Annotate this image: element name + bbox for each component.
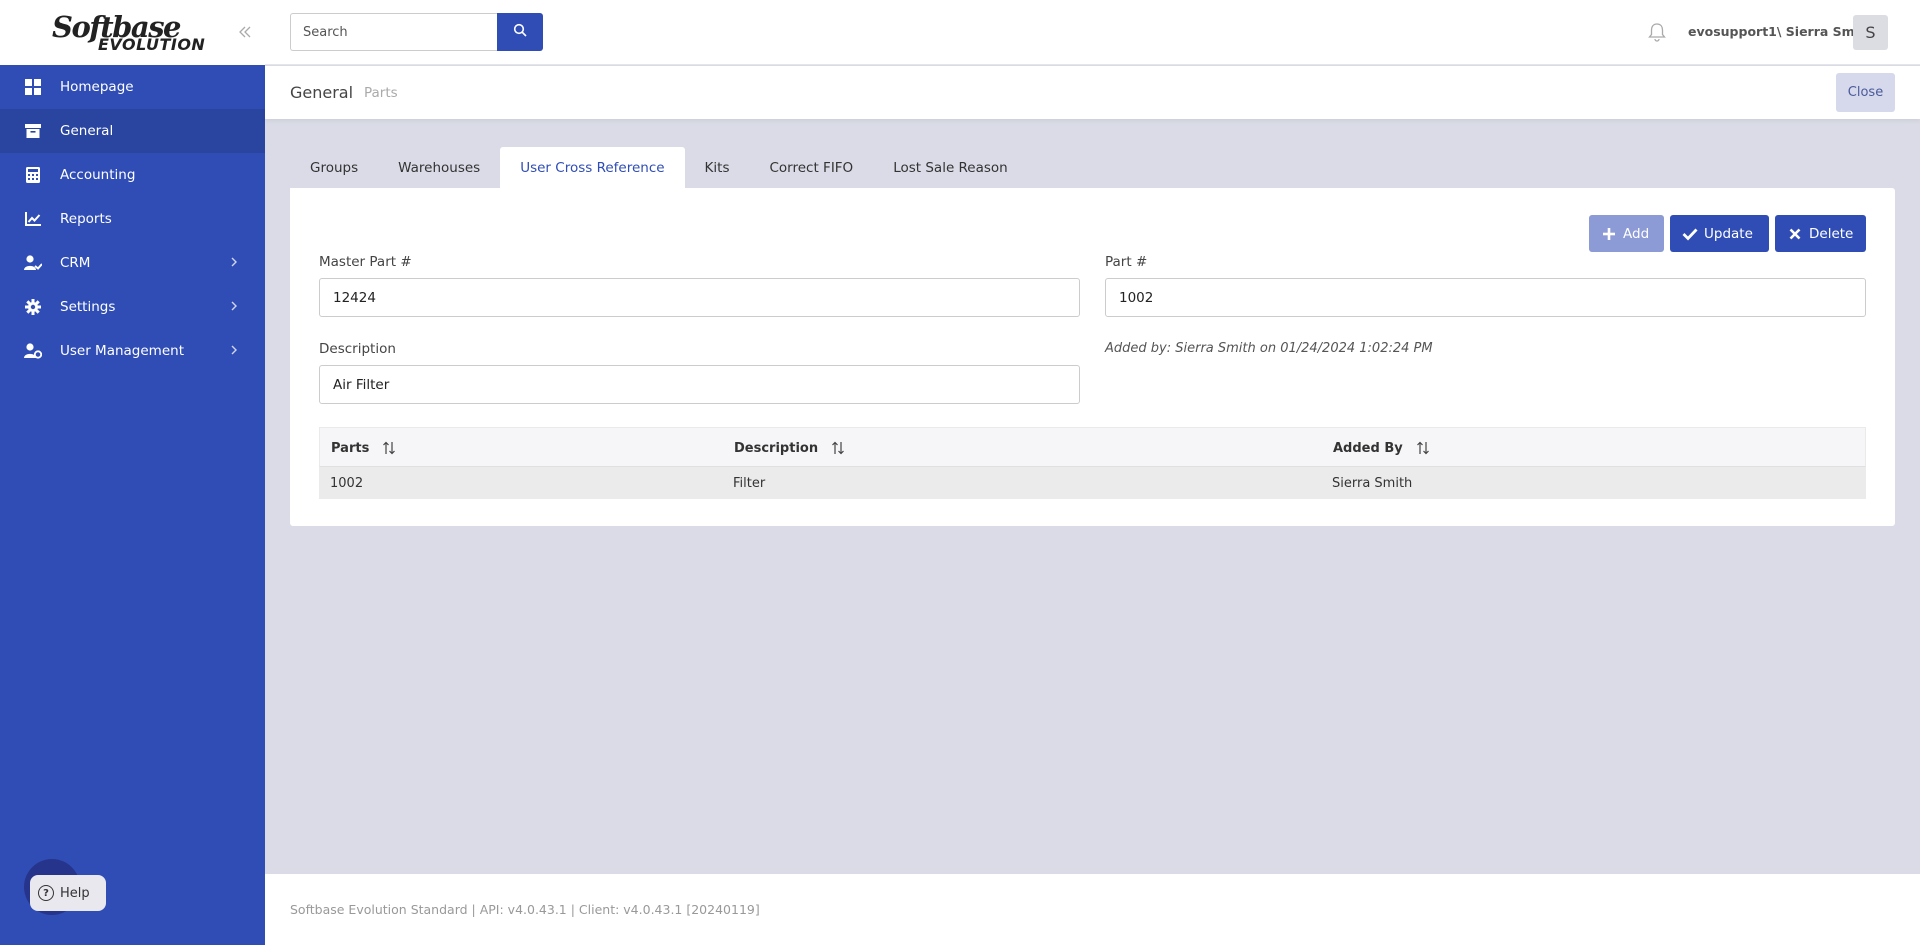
help-label: Help <box>60 885 90 901</box>
box-icon <box>24 122 42 140</box>
tab-warehouses[interactable]: Warehouses <box>378 147 500 188</box>
search-input[interactable] <box>290 13 498 51</box>
dashboard-icon <box>24 78 42 96</box>
master-part-field[interactable] <box>319 278 1080 317</box>
gear-icon <box>24 298 42 316</box>
logo-line2: EVOLUTION <box>98 34 206 54</box>
table-cell-parts: 1002 <box>330 475 364 491</box>
column-header-label: Description <box>734 440 819 456</box>
column-header-added-by[interactable]: Added By <box>1333 428 1431 468</box>
tab-groups[interactable]: Groups <box>290 147 378 188</box>
sidebar-item-label: General <box>60 123 114 139</box>
sidebar-item-homepage[interactable]: Homepage <box>0 65 265 109</box>
master-part-label: Master Part # <box>319 254 412 270</box>
sidebar-item-user-management[interactable]: User Management <box>0 329 265 373</box>
tab-kits[interactable]: Kits <box>685 147 750 188</box>
delete-label: Delete <box>1809 225 1854 242</box>
tab-correct-fifo[interactable]: Correct FIFO <box>749 147 873 188</box>
table-row[interactable]: 1002 Filter Sierra Smith <box>319 467 1866 499</box>
search-icon <box>513 23 527 41</box>
footer: Softbase Evolution Standard | API: v4.0.… <box>265 874 1920 945</box>
cross-reference-card: Add Update Delete Master Part # Part # D… <box>290 188 1895 526</box>
close-button[interactable]: Close <box>1836 73 1895 112</box>
column-header-parts[interactable]: Parts <box>331 428 397 468</box>
column-header-description[interactable]: Description <box>734 428 846 468</box>
check-icon <box>1682 226 1698 242</box>
add-button[interactable]: Add <box>1589 215 1664 252</box>
sidebar-item-reports[interactable]: Reports <box>0 197 265 241</box>
sidebar-item-label: Homepage <box>60 79 134 95</box>
column-header-label: Added By <box>1333 440 1403 456</box>
sidebar-item-label: User Management <box>60 343 184 359</box>
search-button[interactable] <box>497 13 543 51</box>
add-label: Add <box>1623 225 1650 242</box>
page-header: General Parts Close <box>265 66 1920 119</box>
page-subtitle: Parts <box>364 85 398 101</box>
avatar[interactable]: S <box>1853 15 1888 50</box>
description-field[interactable] <box>319 365 1080 404</box>
sidebar-item-label: CRM <box>60 255 91 271</box>
table-cell-added-by: Sierra Smith <box>1332 475 1413 491</box>
sidebar-item-label: Reports <box>60 211 112 227</box>
chevron-right-icon <box>227 255 241 269</box>
sidebar-item-label: Accounting <box>60 167 136 183</box>
delete-button[interactable]: Delete <box>1775 215 1866 252</box>
version-info: Softbase Evolution Standard | API: v4.0.… <box>290 902 760 917</box>
question-circle-icon: ? <box>38 885 54 901</box>
description-label: Description <box>319 341 396 357</box>
tab-user-cross-reference[interactable]: User Cross Reference <box>500 147 685 188</box>
part-number-field[interactable] <box>1105 278 1866 317</box>
update-button[interactable]: Update <box>1670 215 1769 252</box>
plus-icon <box>1601 226 1617 242</box>
column-header-label: Parts <box>331 440 370 456</box>
sidebar-nav: Homepage General Accounting Reports CRM <box>0 65 265 373</box>
page-title: General <box>290 83 354 102</box>
calculator-icon <box>24 166 42 184</box>
logo-area: Softbase EVOLUTION <box>0 0 265 65</box>
chart-line-icon <box>24 210 42 228</box>
collapse-sidebar-icon[interactable] <box>235 22 255 42</box>
chevron-right-icon <box>227 299 241 313</box>
user-handshake-icon <box>24 254 42 272</box>
added-by-info: Added by: Sierra Smith on 01/24/2024 1:0… <box>1105 341 1433 356</box>
part-number-label: Part # <box>1105 254 1148 270</box>
sort-icon <box>830 440 846 456</box>
help-button[interactable]: ? Help <box>30 875 106 911</box>
close-icon <box>1787 226 1803 242</box>
sidebar-item-accounting[interactable]: Accounting <box>0 153 265 197</box>
sidebar-item-settings[interactable]: Settings <box>0 285 265 329</box>
help-widget: ? Help <box>24 859 108 915</box>
update-label: Update <box>1704 225 1753 242</box>
top-bar: evosupport1\ Sierra Smith S <box>265 0 1920 65</box>
sort-icon <box>1415 440 1431 456</box>
sort-icon <box>381 440 397 456</box>
user-name[interactable]: evosupport1\ Sierra Smith <box>1688 24 1874 39</box>
tab-bar: Groups Warehouses User Cross Reference K… <box>290 147 1028 188</box>
cross-reference-table: Parts Description Added By 1002 Filter S… <box>319 427 1866 499</box>
sidebar-item-label: Settings <box>60 299 116 315</box>
bell-icon[interactable] <box>1645 20 1669 44</box>
table-header: Parts Description Added By <box>319 427 1866 467</box>
tab-lost-sale-reason[interactable]: Lost Sale Reason <box>873 147 1028 188</box>
action-buttons: Add Update Delete <box>1589 215 1866 252</box>
sidebar: Softbase EVOLUTION Homepage General Acco… <box>0 0 265 945</box>
table-cell-description: Filter <box>733 475 766 491</box>
softbase-logo[interactable]: Softbase EVOLUTION <box>52 12 206 54</box>
sidebar-item-crm[interactable]: CRM <box>0 241 265 285</box>
user-cog-icon <box>24 342 42 360</box>
chevron-right-icon <box>227 343 241 357</box>
sidebar-item-general[interactable]: General <box>0 109 265 153</box>
